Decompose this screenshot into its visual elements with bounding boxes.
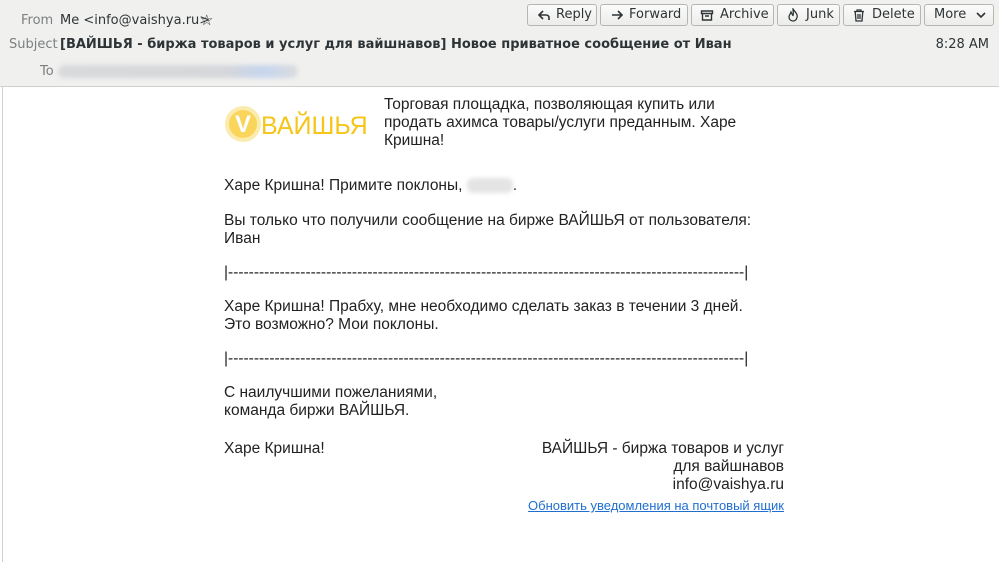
- tagline: Торговая площадка, позволяющая купить ил…: [384, 96, 737, 149]
- message-text: Харе Кришна! Прабху, мне необходимо сдел…: [224, 298, 743, 333]
- subject-text: [ВАЙШЬЯ - биржа товаров и услуг для вайш…: [60, 37, 732, 52]
- delete-button[interactable]: Delete: [843, 4, 921, 26]
- recipient-redacted[interactable]: [58, 65, 298, 78]
- vaishya-logo: V ВАЙШЬЯ: [224, 105, 374, 143]
- message-divider-bottom: |---------------------------------------…: [224, 350, 749, 367]
- subject-label: Subject: [9, 37, 58, 52]
- reply-icon: [537, 10, 550, 20]
- forward-label: Forward: [629, 7, 682, 22]
- from-label: From: [21, 13, 54, 28]
- from-address[interactable]: Me <info@vaishya.ru>: [60, 13, 210, 28]
- archive-icon: [700, 10, 714, 21]
- intro-text: Вы только что получили сообщение на бирж…: [224, 212, 752, 247]
- message-header: From Me <info@vaishya.ru> ☆ Subject [ВАЙ…: [0, 0, 999, 87]
- star-icon[interactable]: ☆: [200, 11, 213, 29]
- junk-label: Junk: [806, 7, 834, 22]
- logo-text: ВАЙШЬЯ: [261, 110, 368, 140]
- greeting-end: .: [512, 177, 518, 194]
- junk-button[interactable]: Junk: [777, 4, 840, 26]
- message-time: 8:28 AM: [935, 37, 989, 52]
- logo-letter: V: [235, 111, 251, 138]
- greeting-line: Харе Кришна! Примите поклоны, .: [224, 177, 517, 195]
- recipient-name-redacted: [466, 178, 513, 193]
- reply-button[interactable]: Reply: [527, 4, 597, 26]
- forward-icon: [612, 10, 624, 20]
- greeting-text: Харе Кришна! Примите поклоны,: [224, 177, 467, 194]
- more-button[interactable]: More: [924, 4, 994, 26]
- update-notifications-link[interactable]: Обновить уведомления на почтовый ящик: [528, 497, 784, 515]
- logo-emblem-icon: V ВАЙШЬЯ: [225, 106, 368, 142]
- closing-text: С наилучшими пожеланиями, команда биржи …: [224, 384, 438, 419]
- more-label: More: [934, 7, 967, 22]
- signature-left: Харе Кришна!: [224, 440, 325, 457]
- chevron-down-icon: [976, 12, 986, 19]
- message-body-pane: V ВАЙШЬЯ Торговая площадка, позволяющая …: [2, 87, 999, 562]
- delete-label: Delete: [872, 7, 915, 22]
- archive-button[interactable]: Archive: [691, 4, 774, 26]
- fire-icon: [788, 8, 798, 22]
- to-label: To: [40, 64, 54, 79]
- trash-icon: [854, 9, 864, 22]
- signature-right: ВАЙШЬЯ - биржа товаров и услуг для вайшн…: [541, 440, 784, 493]
- reply-label: Reply: [556, 7, 593, 22]
- archive-label: Archive: [720, 7, 769, 22]
- forward-button[interactable]: Forward: [600, 4, 688, 26]
- message-divider-top: |---------------------------------------…: [224, 264, 749, 281]
